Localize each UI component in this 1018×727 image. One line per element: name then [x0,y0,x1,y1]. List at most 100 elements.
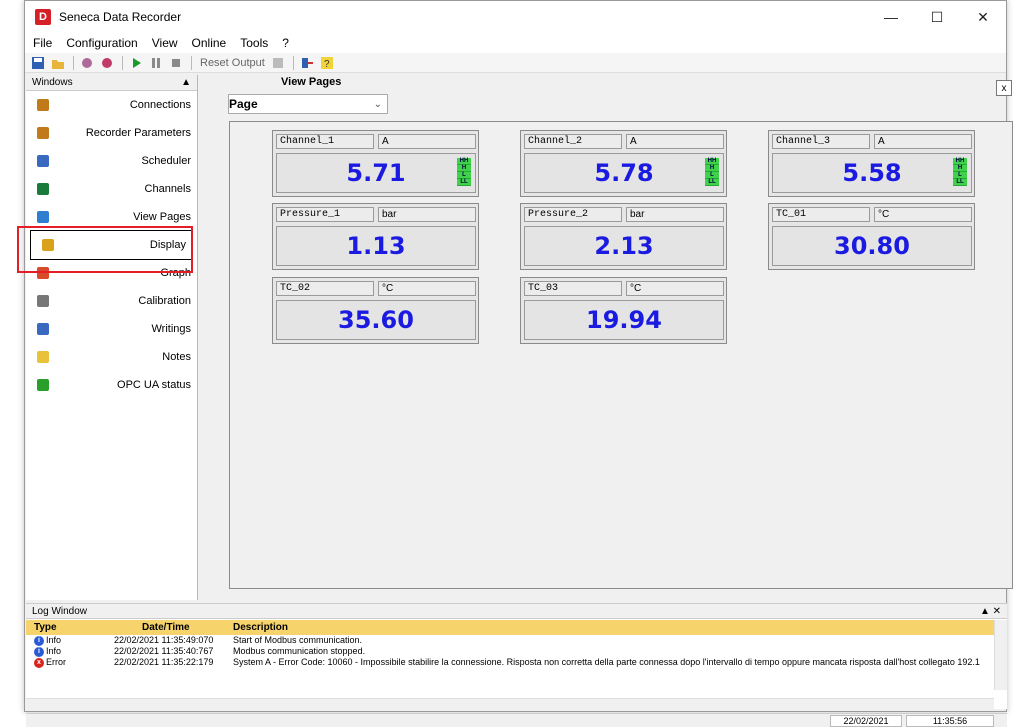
log-description: Modbus communication stopped. [233,646,366,656]
channel-name: TC_02 [276,281,374,296]
log-datetime: 22/02/2021 11:35:40:767 [114,646,214,656]
log-row[interactable]: i Info 22/02/2021 11:35:49:070 Start of Mod… [26,635,994,646]
channel-card: TC_03 °C 19.94 [520,277,727,344]
sidebar-item-label: View Pages [133,211,191,223]
menu-file[interactable]: File [33,36,52,50]
sidebar-item-notes[interactable]: Notes [26,343,197,371]
open-icon[interactable] [49,55,67,71]
log-col-datetime[interactable]: Date/Time [102,620,229,635]
channel-name: Pressure_1 [276,207,374,222]
pin-icon[interactable]: ▲ [181,77,191,88]
reset-icon[interactable] [269,55,287,71]
play-icon[interactable] [127,55,145,71]
channel-name: Channel_3 [772,134,870,149]
sidebar-item-connections[interactable]: Connections [26,91,197,119]
sidebar-item-calibration[interactable]: Calibration [26,287,197,315]
channel-unit: A [626,134,724,149]
alarm-indicators: HH H L LL [457,158,471,186]
disconnect-icon[interactable] [98,55,116,71]
app-window: D Seneca Data Recorder — ☐ ✕ File Config… [24,0,1013,727]
channel-name: Pressure_2 [524,207,622,222]
log-pin-close-icon[interactable]: ▲ ✕ [980,606,1001,617]
sidebar-item-label: Notes [162,351,191,363]
channel-value: 5.78 [594,159,654,187]
sidebar-item-label: Writings [151,323,191,335]
recorder-params-icon [36,126,50,140]
display-highlight-box [17,226,193,273]
stop-icon[interactable] [167,55,185,71]
info-icon: i [34,646,44,657]
channel-value: 19.94 [586,306,662,334]
log-window-header: Log Window ▲ ✕ [26,603,1007,619]
pause-icon[interactable] [147,55,165,71]
channel-name: TC_03 [524,281,622,296]
windows-panel-title: Windows [32,77,73,88]
channel-unit: bar [378,207,476,222]
maximize-button[interactable]: ☐ [914,1,960,33]
menu-configuration[interactable]: Configuration [66,36,137,50]
channel-value-box: 2.13 [524,226,724,266]
channel-value-box: 1.13 [276,226,476,266]
channel-value-box: 35.60 [276,300,476,340]
error-icon: x [34,657,44,668]
toolbar-separator [292,55,294,70]
alarm-ll: LL [953,179,967,186]
channel-name: TC_01 [772,207,870,222]
close-button[interactable]: ✕ [960,1,1006,33]
opc-ua-icon [36,378,50,392]
status-bar: 22/02/2021 11:35:56 [26,713,1007,727]
minimize-button[interactable]: — [868,1,914,33]
sidebar-item-channels[interactable]: Channels [26,175,197,203]
channel-card: TC_01 °C 30.80 [768,203,975,270]
save-icon[interactable] [29,55,47,71]
sidebar-item-label: Calibration [138,295,191,307]
channel-card: Channel_1 A 5.71 HH H L LL [272,130,479,197]
menu-view[interactable]: View [152,36,178,50]
log-row[interactable]: i Info 22/02/2021 11:35:40:767 Modbus commu… [26,646,994,657]
title-bar: D Seneca Data Recorder — ☐ ✕ [25,1,1006,33]
channel-value: 35.60 [338,306,414,334]
windows-panel: Windows ▲ Connections Recorder Parameters… [26,75,198,600]
alarm-l: L [705,172,719,179]
log-type: Error [46,657,66,667]
calibration-icon [36,294,50,308]
channel-unit: °C [626,281,724,296]
channel-unit: A [378,134,476,149]
log-col-description[interactable]: Description [229,620,994,635]
toolbar-separator [122,55,123,70]
view-pages-title: View Pages [281,76,342,88]
alarm-l: L [457,172,471,179]
display-area: Channel_1 A 5.71 HH H L LL Channel_2 A 5.78 HH H L LL… [229,121,1013,589]
log-datetime: 22/02/2021 11:35:22:179 [114,657,214,667]
alarm-indicators: HH H L LL [705,158,719,186]
log-horizontal-scrollbar[interactable] [26,698,994,709]
svg-text:?: ? [324,59,330,70]
channel-value-box: 5.71 HH H L LL [276,153,476,193]
reset-output-button[interactable]: Reset Output [200,57,265,69]
log-row[interactable]: x Error 22/02/2021 11:35:22:179 System A - … [26,657,994,668]
sidebar-item-label: Scheduler [141,155,191,167]
alarm-indicators: HH H L LL [953,158,967,186]
exit-icon[interactable] [298,55,316,71]
sidebar-item-label: Channels [144,183,191,195]
sidebar-item-scheduler[interactable]: Scheduler [26,147,197,175]
log-col-type[interactable]: Type [26,620,102,635]
log-description: Start of Modbus communication. [233,635,363,645]
menu-help[interactable]: ? [282,36,289,50]
sidebar-item-writings[interactable]: Writings [26,315,197,343]
app-logo-icon: D [35,9,51,25]
sidebar-item-opc-ua-status[interactable]: OPC UA status [26,371,197,399]
menu-online[interactable]: Online [192,36,227,50]
writings-icon [36,322,50,336]
alarm-h: H [457,165,471,172]
toolbar-separator [73,55,74,70]
log-vertical-scrollbar[interactable] [994,620,1007,690]
help-icon[interactable]: ? [318,55,336,71]
sidebar-item-label: Recorder Parameters [85,127,191,139]
sidebar-item-recorder-parameters[interactable]: Recorder Parameters [26,119,197,147]
connect-icon[interactable] [78,55,96,71]
close-page-button[interactable]: x [996,80,1012,96]
menu-tools[interactable]: Tools [240,36,268,50]
alarm-ll: LL [457,179,471,186]
info-icon: i [34,635,44,646]
